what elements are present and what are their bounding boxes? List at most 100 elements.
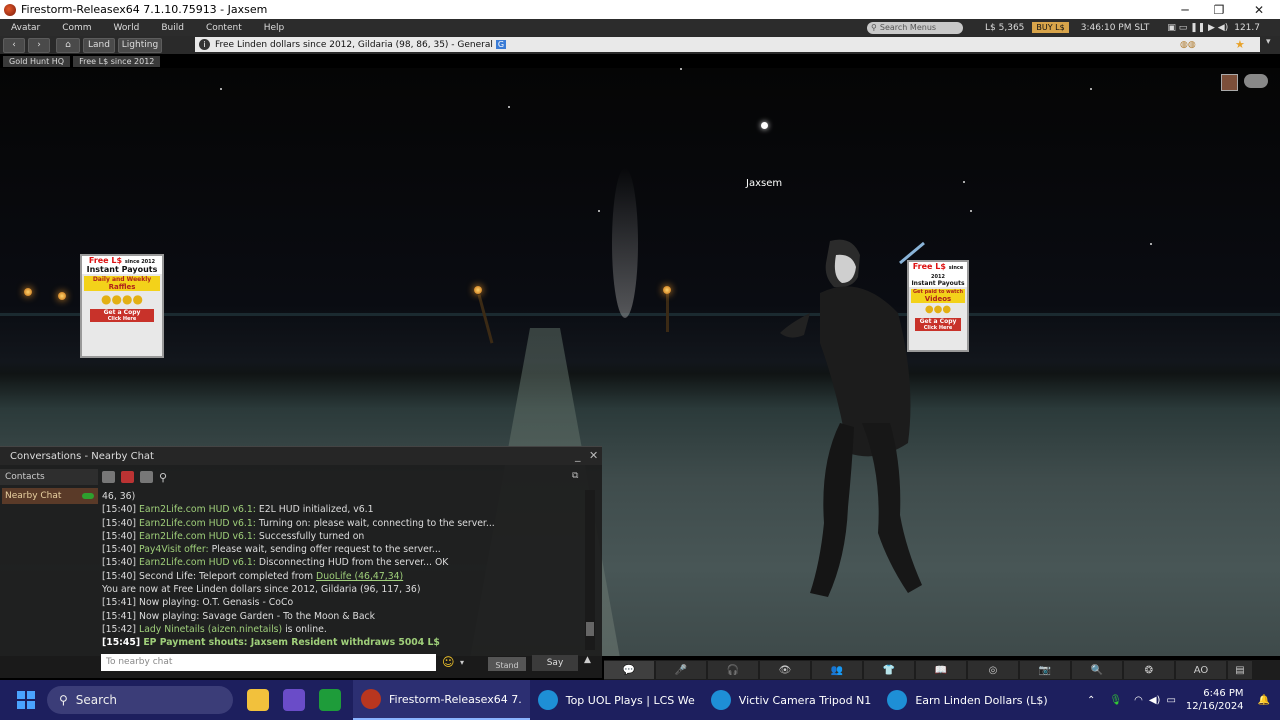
wifi-icon[interactable]: ◠ <box>1134 695 1143 706</box>
favorite-gold-hunt-hq[interactable]: Gold Hunt HQ <box>3 55 71 67</box>
move-button[interactable]: ❂ <box>1124 661 1174 679</box>
people-button[interactable]: 👥 <box>812 661 862 679</box>
file-explorer-icon[interactable] <box>247 689 269 711</box>
chat-line-shout: [15:45] EP Payment shouts: Jaxsem Reside… <box>102 637 440 649</box>
tear-off-icon[interactable]: ⧉ <box>572 471 578 481</box>
xbox-icon[interactable] <box>319 689 341 711</box>
voice-button[interactable]: 🎧 <box>708 661 758 679</box>
view-button[interactable]: 👁 <box>760 661 810 679</box>
instant-payouts-sign-left[interactable]: Free L$ since 2012 Instant Payouts Daily… <box>80 254 164 358</box>
contacts-tab[interactable]: Contacts <box>0 469 98 485</box>
chat-scrollbar[interactable] <box>585 490 595 650</box>
favorite-free-l-since-2012[interactable]: Free L$ since 2012 <box>73 55 161 67</box>
location-bar[interactable]: i Free Linden dollars since 2012, Gildar… <box>195 37 1260 52</box>
notification-bell-icon[interactable]: 🔔 <box>1258 695 1270 706</box>
stand-button[interactable]: Stand <box>488 657 526 671</box>
buy-linden-button[interactable]: BUY L$ <box>1032 22 1069 33</box>
star <box>970 210 972 212</box>
torch <box>666 294 669 332</box>
search-chat-icon[interactable]: ⚲ <box>159 471 167 484</box>
task-edge-tripod[interactable]: Victiv Camera Tripod N1 <box>703 680 880 720</box>
task-edge-uol[interactable]: Top UOL Plays | LCS We <box>530 680 703 720</box>
search-button[interactable]: 🔍 <box>1072 661 1122 679</box>
ao-button[interactable]: AO <box>1176 661 1226 679</box>
search-menus-input[interactable]: ⚲ Search Menus <box>867 21 964 34</box>
coins-icon: ●●●● <box>101 292 143 306</box>
map-button[interactable]: 📖 <box>916 661 966 679</box>
horizon <box>0 313 1280 316</box>
media-status-icons[interactable]: ▣ ▭ ❚❚ ▶ ◀) <box>1167 23 1228 33</box>
battery-icon[interactable]: ▭ <box>1166 695 1175 706</box>
teleport-link[interactable]: DuoLife (46,47,34) <box>316 571 403 582</box>
chat-line: [15:40] Second Life: Teleport completed … <box>102 570 404 582</box>
chat-options-icon[interactable] <box>121 471 134 483</box>
appearance-button[interactable]: 👕 <box>864 661 914 679</box>
maximize-button[interactable]: ❐ <box>1199 0 1239 19</box>
get-a-copy-button[interactable]: Get a Copy Click Here <box>90 309 154 322</box>
avatar-name-tag: Jaxsem <box>746 178 783 189</box>
slt-clock: 3:46:10 PM SLT <box>1080 22 1150 33</box>
land-button[interactable]: Land <box>83 37 115 53</box>
taskbar-clock[interactable]: 6:46 PM 12/16/2024 <box>1186 687 1244 713</box>
bottom-toolbar: 💬 🎤 🎧 👁 👥 👕 📖 ◎ 📷 🔍 ❂ AO ▤ <box>604 660 1280 680</box>
speak-button[interactable]: 🎤 <box>656 661 706 679</box>
minimize-panel-icon[interactable]: _ <box>575 449 581 462</box>
back-button[interactable]: ‹ <box>3 37 25 53</box>
star <box>1150 243 1152 245</box>
menu-content[interactable]: Content <box>195 23 253 33</box>
menu-world[interactable]: World <box>103 23 151 33</box>
app-icon[interactable] <box>283 689 305 711</box>
menu-avatar[interactable]: Avatar <box>0 23 51 33</box>
edge-icon <box>710 690 731 710</box>
task-firestorm[interactable]: Firestorm-Releasex64 7. <box>353 680 530 720</box>
window-title-bar: Firestorm-Releasex64 7.1.10.75913 - Jaxs… <box>0 0 1280 19</box>
voice-indicator-icon <box>82 493 94 499</box>
home-button[interactable]: ⌂ <box>56 37 80 53</box>
task-edge-linden[interactable]: Earn Linden Dollars (L$) <box>879 680 1055 720</box>
sign-band: Daily and Weekly Raffles <box>84 276 160 291</box>
chat-bubble-hud-icon[interactable] <box>1244 74 1268 88</box>
close-panel-icon[interactable]: ✕ <box>589 449 598 462</box>
chat-line: [15:40] Pay4Visit offer: Please wait, se… <box>102 544 441 556</box>
avatar-hud-icon[interactable] <box>1221 74 1238 91</box>
chevron-up-icon[interactable]: ⌃ <box>1087 695 1095 706</box>
emoji-picker-icon[interactable]: ☺ <box>442 655 455 669</box>
inventory-button[interactable]: ▤ <box>1228 661 1252 679</box>
menu-help[interactable]: Help <box>253 23 296 33</box>
radar-button[interactable]: ◎ <box>968 661 1018 679</box>
search-icon: ⚲ <box>59 693 68 707</box>
chevron-down-icon[interactable]: ▾ <box>1266 37 1271 47</box>
edge-icon <box>887 690 908 710</box>
lighting-button[interactable]: Lighting <box>118 37 162 53</box>
avatar-figure[interactable] <box>750 233 930 623</box>
nearby-chat-input[interactable]: To nearby chat <box>101 654 436 671</box>
torch-flame <box>474 286 482 294</box>
info-icon[interactable]: i <box>199 39 210 50</box>
chat-history-icon[interactable] <box>102 471 115 483</box>
nearby-chat-tab[interactable]: Nearby Chat <box>2 488 98 504</box>
scrollbar-thumb[interactable] <box>586 622 594 636</box>
microphone-icon[interactable]: 🎙 <box>1109 695 1122 706</box>
menu-build[interactable]: Build <box>150 23 195 33</box>
menu-comm[interactable]: Comm <box>51 23 102 33</box>
volume-icon[interactable]: ◀) <box>1149 695 1161 706</box>
chat-button[interactable]: 💬 <box>604 661 654 679</box>
forward-button[interactable]: › <box>28 37 50 53</box>
parcel-status-icons: ◍◍ <box>1180 39 1196 50</box>
menu-lines-icon[interactable] <box>140 471 153 483</box>
chevron-down-icon[interactable]: ▾ <box>460 658 464 667</box>
linden-balance[interactable]: L$ 5,365 <box>985 23 1024 33</box>
expand-chat-icon[interactable]: ▲ <box>584 655 591 665</box>
search-icon: ⚲ <box>871 23 877 32</box>
location-text: Free Linden dollars since 2012, Gildaria… <box>215 39 493 50</box>
snapshot-button[interactable]: 📷 <box>1020 661 1070 679</box>
windows-start-icon[interactable] <box>17 691 35 709</box>
conversations-panel: Conversations - Nearby Chat _ ✕ Contacts… <box>0 446 602 678</box>
say-button[interactable]: Say <box>532 655 578 671</box>
close-button[interactable]: ✕ <box>1239 0 1279 19</box>
favorite-star-icon[interactable]: ★ <box>1235 38 1245 51</box>
taskbar-search[interactable]: ⚲ Search <box>47 686 233 714</box>
chat-line: [15:41] Now playing: O.T. Genasis - CoCo <box>102 597 294 609</box>
star <box>508 106 510 108</box>
firestorm-app-icon <box>4 3 16 16</box>
